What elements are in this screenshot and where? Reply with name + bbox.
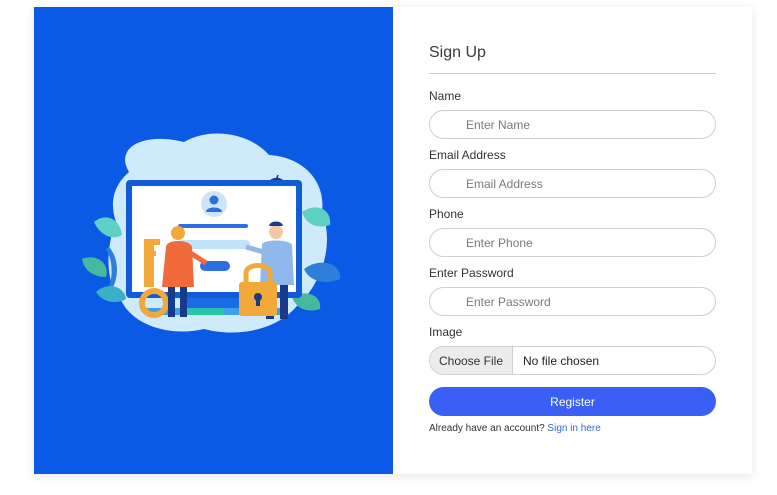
illustration-panel	[34, 7, 393, 474]
form-title: Sign Up	[429, 44, 486, 61]
account-prompt-text: Already have an account?	[429, 423, 545, 434]
user-avatar-icon	[201, 191, 227, 217]
name-label: Name	[429, 89, 462, 103]
page: Sign Up Name Email Address Phone Enter P…	[0, 0, 777, 495]
name-input[interactable]	[429, 110, 716, 139]
register-button[interactable]: Register	[429, 387, 716, 416]
title-divider	[429, 73, 716, 74]
phone-label: Phone	[429, 207, 464, 221]
signin-link[interactable]: Sign in here	[547, 423, 600, 434]
file-status: No file chosen	[523, 353, 600, 368]
signin-prompt: Already have an account? Sign in here	[429, 423, 601, 434]
login-illustration	[82, 133, 341, 333]
image-file-input[interactable]: Choose File No file chosen	[429, 346, 716, 375]
image-label: Image	[429, 325, 463, 339]
signup-form: Sign Up Name Email Address Phone Enter P…	[393, 7, 752, 474]
password-label: Enter Password	[429, 266, 514, 280]
email-label: Email Address	[429, 148, 506, 162]
screen-line	[178, 224, 248, 228]
password-input[interactable]	[429, 287, 716, 316]
choose-file-button[interactable]: Choose File	[430, 347, 513, 374]
signup-card: Sign Up Name Email Address Phone Enter P…	[34, 7, 752, 474]
email-input[interactable]	[429, 169, 716, 198]
phone-input[interactable]	[429, 228, 716, 257]
